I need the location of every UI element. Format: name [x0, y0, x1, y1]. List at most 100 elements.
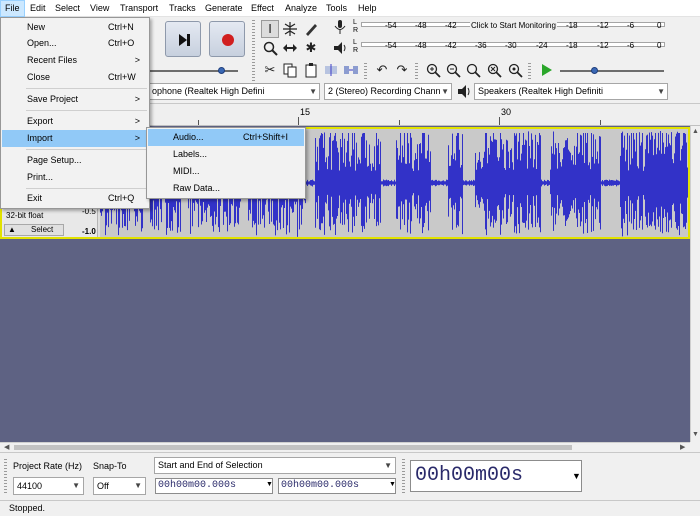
copy-icon[interactable]: [281, 61, 299, 79]
play-at-speed-icon[interactable]: [537, 61, 555, 79]
monitor-button[interactable]: Click to Start Monitoring: [470, 21, 557, 30]
ruler-tick: [499, 117, 500, 125]
toolbar-grip: [402, 459, 405, 495]
file-menu-page-setup[interactable]: Page Setup...: [2, 152, 148, 169]
fit-selection-icon[interactable]: [464, 61, 482, 79]
undo-icon[interactable]: ↶: [373, 61, 391, 79]
play-at-speed-slider[interactable]: [591, 67, 598, 74]
playback-channel-r: R: [353, 47, 359, 54]
record-channel-r: R: [353, 27, 359, 34]
import-raw-data[interactable]: Raw Data...: [148, 180, 304, 197]
menu-file[interactable]: File: [0, 0, 25, 17]
snap-to-select[interactable]: Off ▼: [93, 477, 146, 495]
project-rate-select[interactable]: 44100 ▼: [13, 477, 84, 495]
redo-icon[interactable]: ↷: [393, 61, 411, 79]
scroll-down-icon[interactable]: ▼: [692, 431, 699, 438]
menu-separator: [26, 149, 147, 150]
menu-separator: [26, 88, 147, 89]
file-menu-exit[interactable]: Exit Ctrl+Q: [2, 190, 148, 207]
fit-project-icon[interactable]: [485, 61, 503, 79]
file-menu-open[interactable]: Open... Ctrl+O: [2, 35, 148, 52]
chevron-down-icon[interactable]: ▼: [389, 481, 396, 488]
menu-tools[interactable]: Tools: [322, 0, 351, 17]
toolbar-grip: [364, 63, 367, 81]
file-menu-recent-files[interactable]: Recent Files >: [2, 52, 148, 69]
menu-separator: [26, 110, 147, 111]
mixer-slider[interactable]: [218, 67, 225, 74]
menu-effect[interactable]: Effect: [247, 0, 278, 17]
toolbar-grip: [528, 63, 531, 81]
submenu-arrow-icon: >: [134, 55, 140, 65]
menu-select[interactable]: Select: [51, 0, 84, 17]
trim-audio-icon[interactable]: [322, 61, 340, 79]
chevron-down-icon: ▼: [657, 87, 665, 96]
menu-view[interactable]: View: [86, 0, 113, 17]
output-device-select[interactable]: Speakers (Realtek High Definiti ▼: [474, 83, 668, 100]
menu-edit[interactable]: Edit: [26, 0, 50, 17]
file-menu-import[interactable]: Import >: [2, 130, 148, 147]
selection-start-time[interactable]: 00h00m00.000s: [155, 478, 273, 494]
chevron-down-icon: ▼: [384, 461, 392, 470]
vertical-scrollbar[interactable]: ▲ ▼: [690, 126, 700, 442]
channels-select[interactable]: 2 (Stereo) Recording Chann ▼: [324, 83, 452, 100]
collapse-icon: ▲: [8, 225, 16, 234]
status-text: Stopped.: [9, 503, 46, 513]
import-midi[interactable]: MIDI...: [148, 163, 304, 180]
zoom-toggle-icon[interactable]: [506, 61, 524, 79]
file-menu-print[interactable]: Print...: [2, 169, 148, 186]
scroll-left-icon[interactable]: ◀: [4, 443, 9, 451]
input-device-select[interactable]: ophone (Realtek High Defini ▼: [148, 83, 320, 100]
menu-separator: [26, 188, 147, 189]
multi-tool-icon[interactable]: ✱: [302, 39, 320, 57]
paste-icon[interactable]: [302, 61, 320, 79]
microphone-icon[interactable]: [331, 18, 349, 36]
speaker-icon: [456, 84, 472, 99]
menu-generate[interactable]: Generate: [201, 0, 247, 17]
ruler-tick: [600, 120, 601, 125]
scroll-thumb[interactable]: [14, 445, 572, 450]
chevron-down-icon: ▼: [134, 481, 142, 490]
playback-meter-scale: -54 -48 -42 -36 -30 -24 -18 -12 -6 0: [385, 41, 662, 50]
draw-tool-icon[interactable]: [302, 20, 320, 38]
cut-icon[interactable]: ✂: [261, 61, 279, 79]
import-audio[interactable]: Audio... Ctrl+Shift+I: [148, 129, 304, 146]
import-labels[interactable]: Labels...: [148, 146, 304, 163]
project-rate-label: Project Rate (Hz): [13, 461, 83, 471]
speaker-icon[interactable]: [331, 39, 349, 57]
zoom-tool-icon[interactable]: [261, 39, 279, 57]
ruler-tick: [298, 117, 299, 125]
skip-to-end-button[interactable]: [165, 21, 201, 57]
track-select-button[interactable]: ▲ Select: [4, 224, 64, 236]
snap-to-label: Snap-To: [93, 461, 127, 471]
scroll-right-icon[interactable]: ▶: [680, 443, 685, 451]
file-menu-new[interactable]: New Ctrl+N: [2, 19, 148, 36]
record-icon: [222, 34, 234, 46]
selection-end-time[interactable]: 00h00m00.000s: [278, 478, 396, 494]
menu-bar: File Edit Select View Transport Tracks G…: [0, 0, 700, 17]
selection-mode-select[interactable]: Start and End of Selection ▼: [154, 457, 396, 474]
record-meter-scale: -54 -48 -42 Click to Start Monitoring -1…: [385, 21, 662, 30]
menu-analyze[interactable]: Analyze: [281, 0, 321, 17]
chevron-down-icon[interactable]: ▼: [572, 471, 581, 481]
zoom-in-icon[interactable]: [424, 61, 442, 79]
scroll-up-icon[interactable]: ▲: [692, 128, 699, 135]
menu-help[interactable]: Help: [354, 0, 381, 17]
menu-transport[interactable]: Transport: [116, 0, 162, 17]
file-menu-save-project[interactable]: Save Project >: [2, 91, 148, 108]
envelope-tool-icon[interactable]: [281, 20, 299, 38]
ruler-label: 30: [501, 107, 512, 117]
file-menu-close[interactable]: Close Ctrl+W: [2, 69, 148, 86]
audio-position-time[interactable]: 00h00m00s: [410, 460, 582, 492]
ruler-tick: [198, 120, 199, 125]
zoom-out-icon[interactable]: [444, 61, 462, 79]
file-menu-export[interactable]: Export >: [2, 113, 148, 130]
selection-tool-icon[interactable]: I: [261, 20, 279, 38]
record-button[interactable]: [209, 21, 245, 57]
silence-audio-icon[interactable]: [342, 61, 360, 79]
menu-tracks[interactable]: Tracks: [165, 0, 200, 17]
horizontal-scrollbar[interactable]: ◀ ▶: [0, 442, 690, 452]
time-shift-tool-icon[interactable]: [281, 39, 299, 57]
speed-slider-track: [560, 70, 664, 72]
chevron-down-icon[interactable]: ▼: [266, 481, 273, 488]
toolbar-grip: [415, 63, 418, 81]
